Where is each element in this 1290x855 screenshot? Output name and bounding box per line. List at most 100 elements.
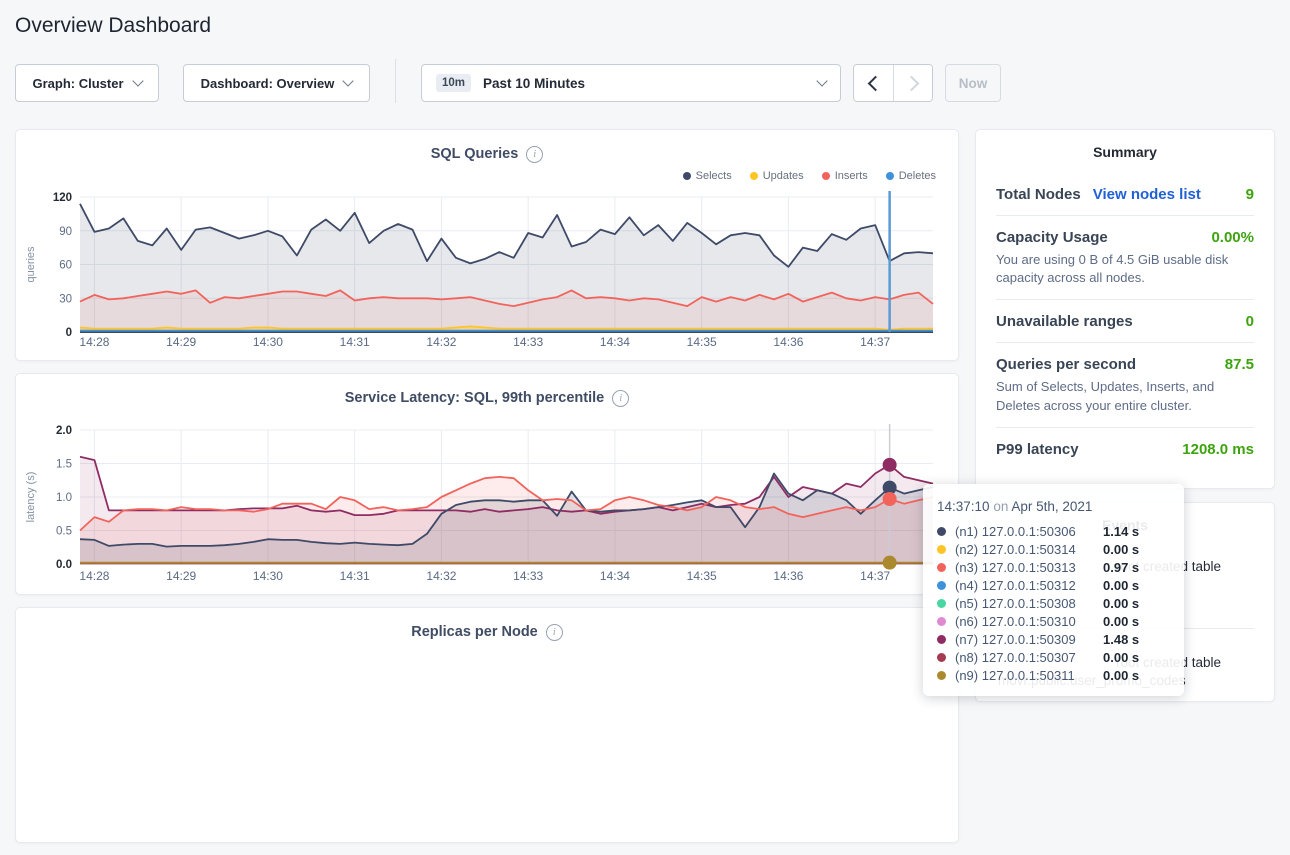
legend-color-dot	[683, 172, 691, 180]
chart-hover-tooltip: 14:37:10 on Apr 5th, 2021 (n1) 127.0.0.1…	[923, 484, 1184, 696]
svg-text:90: 90	[59, 226, 72, 238]
chart-plot-0[interactable]: 030609012014:2814:2914:3014:3114:3214:33…	[16, 184, 958, 354]
summary-row-description: Sum of Selects, Updates, Inserts, and De…	[996, 378, 1254, 414]
svg-text:0.0: 0.0	[56, 559, 72, 571]
y-axis-label: queries	[25, 246, 37, 283]
time-prev-button[interactable]	[854, 65, 893, 101]
time-next-button[interactable]	[893, 65, 932, 101]
divider	[996, 215, 1254, 216]
tooltip-node-label: (n5) 127.0.0.1:50308	[955, 596, 1103, 611]
chevron-down-icon	[132, 75, 143, 86]
chart-legend: SelectsUpdatesInsertsDeletes	[16, 168, 958, 184]
svg-text:14:30: 14:30	[253, 569, 283, 583]
summary-row-value: 87.5	[1225, 356, 1254, 373]
summary-title: Summary	[996, 144, 1254, 160]
legend-item-inserts: Inserts	[822, 170, 868, 182]
summary-row-label: Unavailable ranges	[996, 313, 1133, 330]
hover-dot	[883, 458, 897, 472]
series-color-dot	[937, 563, 946, 572]
now-button[interactable]: Now	[945, 64, 1001, 102]
hover-dot	[883, 492, 897, 506]
info-icon[interactable]: i	[612, 390, 629, 407]
tooltip-node-label: (n4) 127.0.0.1:50312	[955, 578, 1103, 593]
replicas-per-node-chart-card: Replicas per Nodei	[15, 607, 959, 843]
svg-text:14:36: 14:36	[773, 569, 803, 583]
svg-text:14:33: 14:33	[513, 569, 543, 583]
summary-row-value: 0.00%	[1211, 229, 1254, 246]
legend-color-dot	[886, 172, 894, 180]
svg-text:0: 0	[66, 327, 72, 339]
svg-text:14:31: 14:31	[340, 335, 370, 349]
chevron-right-icon	[904, 75, 920, 91]
summary-row-description: You are using 0 B of 4.5 GiB usable disk…	[996, 251, 1254, 287]
chevron-down-icon	[343, 75, 354, 86]
view-nodes-list-link[interactable]: View nodes list	[1093, 186, 1201, 203]
tooltip-node-label: (n1) 127.0.0.1:50306	[955, 524, 1103, 539]
svg-text:1.0: 1.0	[56, 492, 72, 504]
summary-row-value: 0	[1246, 313, 1254, 330]
tooltip-row: (n1) 127.0.0.1:503061.14 s	[937, 522, 1170, 540]
svg-text:14:29: 14:29	[166, 335, 196, 349]
legend-label: Selects	[696, 170, 732, 182]
svg-text:14:29: 14:29	[166, 569, 196, 583]
divider	[395, 59, 396, 103]
summary-row-label: Total Nodes	[996, 186, 1081, 203]
legend-label: Deletes	[899, 170, 936, 182]
summary-row: Unavailable ranges 0	[996, 313, 1254, 330]
summary-row: P99 latency 1208.0 ms	[996, 441, 1254, 458]
graph-dropdown[interactable]: Graph: Cluster	[15, 64, 159, 102]
chevron-down-icon	[816, 75, 827, 86]
info-icon[interactable]: i	[526, 146, 543, 163]
tooltip-node-value: 0.00 s	[1103, 542, 1139, 557]
svg-text:0.5: 0.5	[56, 526, 72, 538]
tooltip-row: (n5) 127.0.0.1:503080.00 s	[937, 594, 1170, 612]
series-color-dot	[937, 527, 946, 536]
controls-bar: Graph: Cluster Dashboard: Overview 10m P…	[15, 64, 1275, 102]
series-color-dot	[937, 599, 946, 608]
svg-text:14:36: 14:36	[773, 335, 803, 349]
svg-text:14:37: 14:37	[860, 335, 890, 349]
time-pager	[853, 64, 933, 102]
dashboard-dropdown-label: Dashboard: Overview	[201, 76, 335, 91]
chart-title-row: Service Latency: SQL, 99th percentilei	[16, 386, 958, 410]
tooltip-node-value: 0.00 s	[1103, 578, 1139, 593]
summary-row-label: P99 latency	[996, 441, 1079, 458]
tooltip-row: (n7) 127.0.0.1:503091.48 s	[937, 630, 1170, 648]
svg-text:1.5: 1.5	[56, 459, 72, 471]
chart-title-row: SQL Queries i	[16, 142, 958, 166]
chart-title: SQL Queries	[431, 146, 519, 162]
time-range-dropdown[interactable]: 10m Past 10 Minutes	[421, 64, 841, 102]
summary-row-value: 9	[1246, 186, 1254, 203]
time-range-label: Past 10 Minutes	[483, 76, 585, 91]
sql-queries-chart-card: SQL QueriesiSelectsUpdatesInsertsDeletes…	[15, 129, 959, 361]
legend-color-dot	[750, 172, 758, 180]
series-color-dot	[937, 581, 946, 590]
chart-plot-1[interactable]: 0.00.51.01.52.014:2814:2914:3014:3114:32…	[16, 410, 958, 588]
tooltip-node-value: 0.00 s	[1103, 614, 1139, 629]
divider	[996, 427, 1254, 428]
summary-row: Queries per second87.5	[996, 356, 1254, 373]
tooltip-row: (n8) 127.0.0.1:503070.00 s	[937, 648, 1170, 666]
svg-text:60: 60	[59, 260, 72, 272]
series-color-dot	[937, 671, 946, 680]
svg-text:30: 30	[59, 293, 72, 305]
summary-row: Total Nodes View nodes list 9	[996, 186, 1254, 203]
info-icon[interactable]: i	[546, 624, 563, 641]
tooltip-row: (n9) 127.0.0.1:503110.00 s	[937, 666, 1170, 684]
series-color-dot	[937, 545, 946, 554]
divider	[996, 299, 1254, 300]
tooltip-on: on	[993, 499, 1008, 514]
svg-text:14:33: 14:33	[513, 335, 543, 349]
tooltip-node-value: 1.48 s	[1103, 632, 1139, 647]
dashboard-dropdown[interactable]: Dashboard: Overview	[183, 64, 370, 102]
svg-text:14:37: 14:37	[860, 569, 890, 583]
tooltip-node-value: 1.14 s	[1103, 524, 1139, 539]
legend-label: Inserts	[835, 170, 868, 182]
svg-text:14:34: 14:34	[600, 569, 630, 583]
hover-dot	[883, 556, 897, 570]
legend-color-dot	[822, 172, 830, 180]
tooltip-date: Apr 5th, 2021	[1011, 499, 1092, 514]
summary-row-value: 1208.0 ms	[1182, 441, 1254, 458]
tooltip-row: (n2) 127.0.0.1:503140.00 s	[937, 540, 1170, 558]
summary-row-label: Capacity Usage	[996, 229, 1108, 246]
